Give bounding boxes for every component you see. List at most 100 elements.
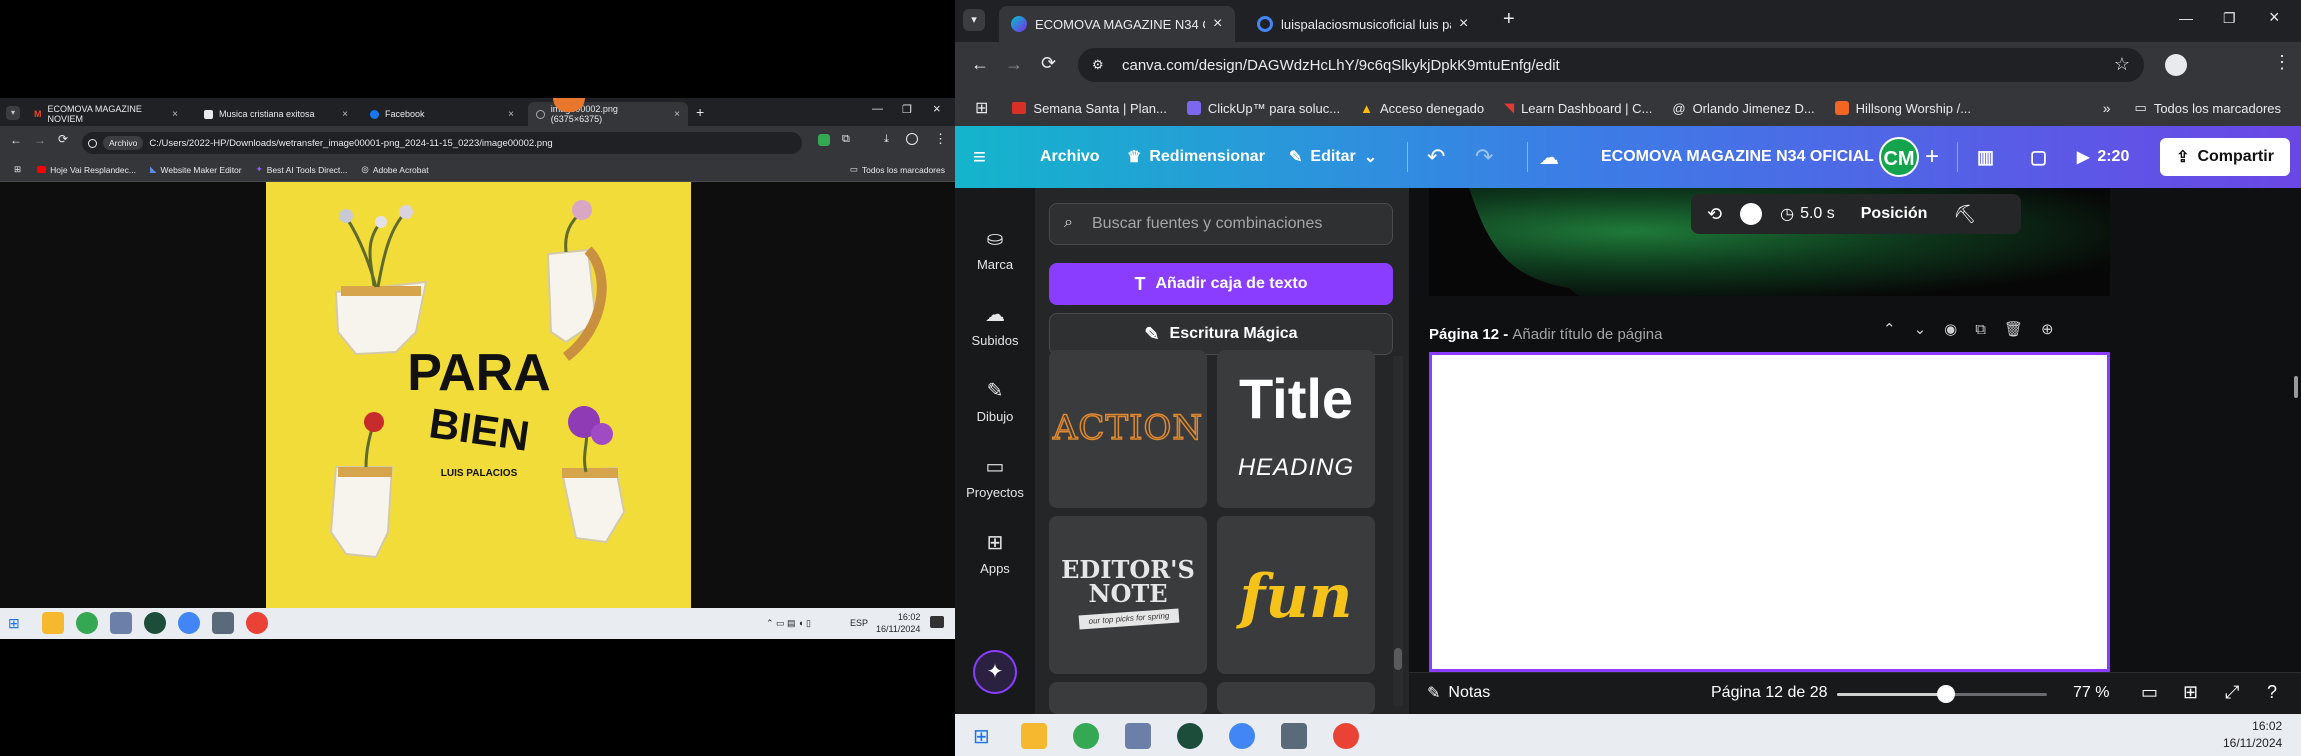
apps-grid-icon[interactable]: ⊞ <box>14 164 21 175</box>
reload-button[interactable]: ⟳ <box>1041 53 1056 74</box>
left-tab-ecomova[interactable]: M ECOMOVA MAGAZINE NOVIEM × <box>26 102 186 126</box>
magic-sparkle-button[interactable]: ✦ <box>973 650 1017 694</box>
chrome-profile-2-icon[interactable] <box>1333 723 1359 749</box>
add-page-title[interactable]: Añadir título de página <box>1512 326 1662 343</box>
text-style-card-action[interactable]: ACTION <box>1049 350 1207 508</box>
game-app-icon[interactable] <box>212 612 234 634</box>
minimize-button[interactable]: — <box>2179 10 2193 26</box>
text-style-card[interactable] <box>1049 682 1207 714</box>
text-style-card-fun[interactable]: fun <box>1217 516 1375 674</box>
new-tab-button[interactable]: + <box>696 104 704 120</box>
zoom-slider-thumb[interactable] <box>1937 685 1956 703</box>
right-tab-google[interactable]: luispalaciosmusicoficial luis pal × <box>1245 6 1481 42</box>
page-counter[interactable]: Página 12 de 28 <box>1711 684 1828 702</box>
chrome-profile-icon[interactable] <box>178 612 200 634</box>
present-button[interactable]: ▶ 2:20 <box>2077 126 2129 188</box>
close-icon[interactable]: × <box>1213 15 1222 33</box>
notification-icon[interactable] <box>930 616 944 628</box>
add-text-box-button[interactable]: T Añadir caja de texto <box>1049 263 1393 305</box>
extensions-puzzle-icon[interactable]: ⧉ <box>842 133 850 146</box>
left-omnibox[interactable]: Archivo C:/Users/2022-HP/Downloads/wetra… <box>82 132 802 154</box>
canvas-scrollbar[interactable] <box>2294 376 2298 398</box>
restore-button[interactable]: ❐ <box>2223 10 2236 27</box>
chrome-profile-icon[interactable] <box>1229 723 1255 749</box>
forward-button[interactable]: → <box>34 133 46 147</box>
bookmark-item[interactable]: ✦ Best AI Tools Direct... <box>256 164 348 175</box>
bookmark-item[interactable]: ◣ Website Maker Editor <box>150 164 242 175</box>
text-style-card[interactable] <box>1217 682 1375 714</box>
bookmark-item[interactable]: @ Orlando Jimenez D... <box>1672 101 1814 116</box>
u-app-icon[interactable] <box>1177 723 1203 749</box>
pro-app-icon[interactable] <box>1125 723 1151 749</box>
clock[interactable]: 16:02 16/11/2024 <box>2223 718 2282 752</box>
grid-view-icon[interactable]: ⊞ <box>2183 682 2198 703</box>
tray-icons[interactable]: ⌃ ▭ ▤ ◖ ▯ <box>766 618 811 629</box>
bookmark-item[interactable]: Hoje Vai Resplandec... <box>37 165 136 175</box>
more-bookmarks-icon[interactable]: » <box>2103 100 2111 116</box>
extension-icon[interactable] <box>818 134 830 146</box>
add-page-icon[interactable]: ⊕ <box>2041 320 2054 338</box>
close-icon[interactable]: × <box>674 109 680 120</box>
minimize-button[interactable]: — <box>872 103 883 115</box>
cloud-saved-icon[interactable]: ☁ <box>1539 126 1559 188</box>
undo-icon[interactable]: ↶ <box>1427 126 1445 188</box>
hide-eye-icon[interactable]: ◉ <box>1944 320 1957 338</box>
close-window-button[interactable]: × <box>2269 7 2280 28</box>
pro-app-icon[interactable] <box>110 612 132 634</box>
menu-kebab-icon[interactable]: ⋮ <box>934 131 947 147</box>
left-tab-musica[interactable]: Musica cristiana exitosa × <box>196 102 356 126</box>
bookmark-item[interactable]: ◎ Adobe Acrobat <box>361 164 428 175</box>
file-explorer-icon[interactable] <box>42 612 64 634</box>
add-collaborator-button[interactable]: + <box>1925 126 1939 188</box>
zoom-level[interactable]: 77 % <box>2073 684 2109 702</box>
left-tab-image[interactable]: image00002.png (6375×6375) × <box>528 102 688 126</box>
sidebar-item-projects[interactable]: ▭ Proyectos <box>955 454 1035 500</box>
close-icon[interactable]: × <box>172 109 178 120</box>
text-style-card-title[interactable]: Title HEADING <box>1217 350 1375 508</box>
file-menu-button[interactable]: Archivo <box>1040 126 1100 188</box>
fullscreen-icon[interactable]: ⤢ <box>2225 682 2239 703</box>
download-icon[interactable]: ⤓ <box>884 133 889 146</box>
close-icon[interactable]: × <box>508 109 514 120</box>
chevron-up-icon[interactable]: ⌃ <box>1883 320 1896 338</box>
site-info-icon[interactable]: ⚙ <box>1092 57 1104 73</box>
close-icon[interactable]: × <box>1459 15 1468 33</box>
zoom-slider[interactable] <box>1837 685 2047 703</box>
all-bookmarks[interactable]: ▭ Todos los marcadores <box>850 164 945 175</box>
replace-icon[interactable]: ⟲ <box>1707 204 1722 225</box>
bookmark-item[interactable]: Semana Santa | Plan... <box>1012 101 1167 116</box>
back-button[interactable]: ← <box>10 133 22 147</box>
apps-grid-icon[interactable]: ⊞ <box>975 98 988 118</box>
language-indicator[interactable]: ESP <box>850 618 868 628</box>
paint-format-icon[interactable]: ⛏ <box>1953 204 1976 225</box>
windows-start-icon[interactable]: ⊞ <box>973 724 990 749</box>
right-omnibox[interactable]: ⚙ canva.com/design/DAGWdzHcLhY/9c6qSlkyk… <box>1078 48 2144 82</box>
resize-button[interactable]: ♛ Redimensionar <box>1127 126 1265 188</box>
menu-kebab-icon[interactable]: ⋮ <box>2273 52 2291 73</box>
game-app-icon[interactable] <box>1281 723 1307 749</box>
color-swatch[interactable] <box>1740 203 1763 225</box>
reload-button[interactable]: ⟳ <box>58 132 68 146</box>
star-icon[interactable]: ☆ <box>2114 54 2130 75</box>
page-12-canvas[interactable] <box>1429 352 2110 672</box>
restore-button[interactable]: ❐ <box>902 103 912 116</box>
back-button[interactable]: ← <box>971 54 989 75</box>
text-style-card-editors[interactable]: EDITOR'S NOTE our top picks for spring <box>1049 516 1207 674</box>
bookmark-item[interactable]: ▲ Acceso denegado <box>1360 101 1484 116</box>
close-window-button[interactable]: × <box>933 101 941 116</box>
pages-view-icon[interactable]: ▭ <box>2141 682 2158 703</box>
edit-menu-button[interactable]: ✎ Editar ⌄ <box>1289 126 1377 188</box>
chrome-icon[interactable] <box>1073 723 1099 749</box>
trash-icon[interactable]: 🗑 <box>2004 320 2023 338</box>
chrome-icon[interactable] <box>76 612 98 634</box>
panel-scrollbar[interactable] <box>1393 356 1403 706</box>
u-app-icon[interactable] <box>144 612 166 634</box>
sidebar-item-uploads[interactable]: ☁ Subidos <box>955 302 1035 348</box>
file-explorer-icon[interactable] <box>1021 723 1047 749</box>
clock[interactable]: 16:02 16/11/2024 <box>876 611 920 635</box>
all-bookmarks[interactable]: ▭ Todos los marcadores <box>2135 100 2281 116</box>
bookmark-item[interactable]: Hillsong Worship /... <box>1834 101 1971 116</box>
sidebar-item-apps[interactable]: ⊞ Apps <box>955 530 1035 576</box>
design-title[interactable]: ECOMOVA MAGAZINE N34 OFICIAL <box>1601 126 1874 188</box>
profile-avatar-icon[interactable] <box>2165 54 2187 76</box>
